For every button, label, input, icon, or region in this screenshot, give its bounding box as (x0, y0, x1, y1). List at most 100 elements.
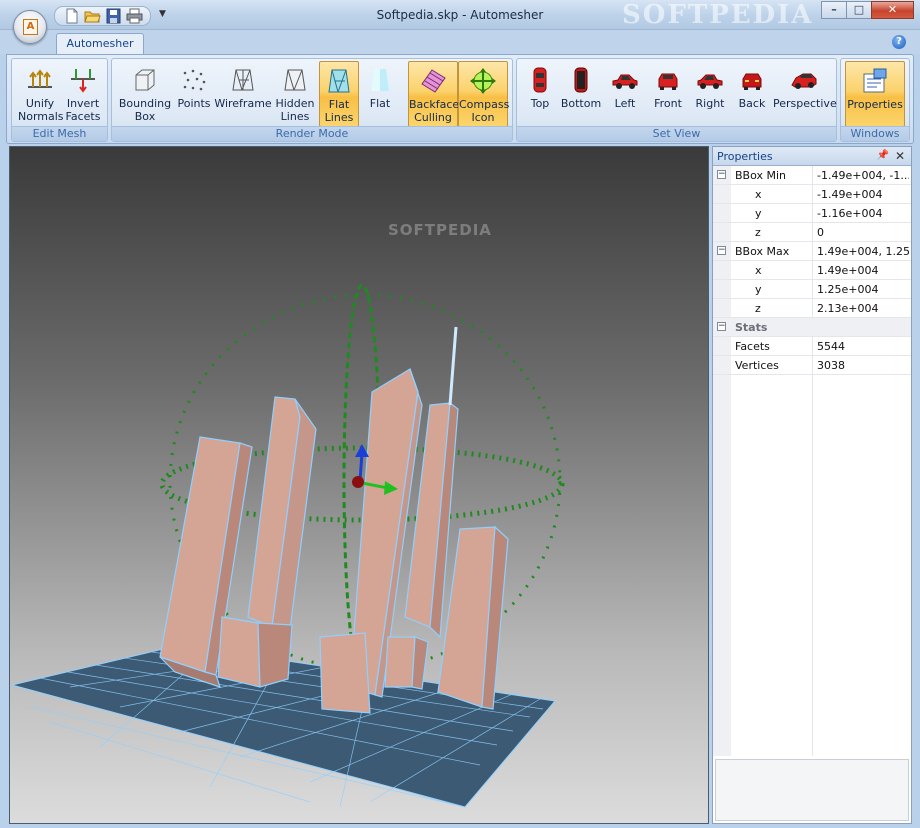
view-bottom-button[interactable]: Bottom (559, 61, 603, 127)
maximize-button[interactable]: □ (846, 1, 872, 19)
property-row-max-y[interactable]: y 1.25e+004 (713, 280, 911, 299)
property-value: 2.13e+004 (817, 302, 879, 315)
title-bar: SOFTPEDIA ▼ Softpedia.skp - Automesher –… (0, 0, 920, 30)
collapse-icon[interactable]: − (717, 322, 726, 331)
property-row-max-z[interactable]: z 2.13e+004 (713, 299, 911, 318)
property-row-min-y[interactable]: y -1.16e+004 (713, 204, 911, 223)
property-value: 5544 (817, 340, 845, 353)
properties-icon (860, 66, 890, 96)
view-perspective-button[interactable]: Perspective (773, 61, 837, 127)
flat-lines-icon (324, 66, 354, 96)
property-row-facets[interactable]: Facets 5544 (713, 337, 911, 356)
tab-automesher[interactable]: Automesher (56, 33, 144, 55)
property-key: x (755, 188, 762, 201)
compass-icon-button[interactable]: Compass Icon (458, 61, 510, 127)
property-grid: − BBox Min -1.49e+004, -1... x -1.49e+00… (713, 166, 911, 756)
close-icon: ✕ (887, 3, 898, 16)
minimize-button[interactable]: – (821, 1, 847, 19)
property-value: 1.49e+004 (817, 264, 879, 277)
property-row-vertices[interactable]: Vertices 3038 (713, 356, 911, 375)
property-category-stats[interactable]: − Stats (713, 318, 911, 337)
application-menu-button[interactable]: A (13, 10, 47, 44)
property-value: -1.49e+004 (817, 188, 883, 201)
panel-close-icon[interactable]: ✕ (895, 149, 905, 163)
car-bottom-icon (566, 65, 596, 95)
ribbon: Unify Normals Invert Facets Edit Mesh Bo… (6, 54, 914, 144)
wireframe-icon (228, 65, 258, 95)
property-row-max-x[interactable]: x 1.49e+004 (713, 261, 911, 280)
property-value: 1.49e+004, 1.25... (817, 245, 909, 258)
top-label: Top (530, 97, 550, 110)
building-mesh (159, 326, 509, 714)
hidden-label-1: Hidden (275, 97, 315, 110)
property-row-bbox-min[interactable]: − BBox Min -1.49e+004, -1... (713, 166, 911, 185)
view-back-button[interactable]: Back (733, 61, 771, 127)
wireframe-button[interactable]: Wireframe (214, 61, 272, 127)
properties-window-button[interactable]: Properties (845, 61, 905, 127)
unify-normals-button[interactable]: Unify Normals (18, 61, 64, 127)
car-left-icon (610, 65, 640, 95)
car-right-icon (695, 65, 725, 95)
property-key: x (755, 264, 762, 277)
group-set-view: Top Bottom Left Front Right Back Perspec… (516, 58, 837, 142)
bottom-label: Bottom (560, 97, 602, 110)
property-key: z (755, 226, 761, 239)
3d-viewport[interactable]: SOFTPEDIA (9, 146, 709, 824)
property-row-min-z[interactable]: z 0 (713, 223, 911, 242)
right-label: Right (695, 97, 725, 110)
unify-label-2: Normals (18, 110, 64, 123)
view-top-button[interactable]: Top (523, 61, 557, 127)
flatlines-label-1: Flat (328, 98, 350, 111)
unify-normals-icon (25, 65, 55, 95)
close-button[interactable]: ✕ (871, 1, 914, 19)
bbox-label-2: Box (134, 110, 156, 123)
edit-mesh-group-label: Edit Mesh (12, 126, 107, 141)
property-row-min-x[interactable]: x -1.49e+004 (713, 185, 911, 204)
perspective-label: Perspective (773, 97, 837, 110)
property-row-bbox-max[interactable]: − BBox Max 1.49e+004, 1.25... (713, 242, 911, 261)
view-right-button[interactable]: Right (689, 61, 731, 127)
property-description-area (715, 759, 909, 821)
flat-label: Flat (369, 97, 391, 110)
collapse-icon[interactable]: − (717, 170, 726, 179)
scene-canvas[interactable] (10, 147, 709, 824)
hidden-label-2: Lines (280, 110, 310, 123)
car-front-icon (653, 65, 683, 95)
wireframe-label: Wireframe (214, 97, 272, 110)
backface-culling-icon (418, 66, 448, 96)
points-label: Points (177, 97, 211, 110)
bounding-box-icon (130, 65, 160, 95)
set-view-group-label: Set View (517, 126, 836, 141)
property-key: z (755, 302, 761, 315)
compass-label-1: Compass (459, 98, 510, 111)
maximize-icon: □ (853, 3, 865, 16)
view-front-button[interactable]: Front (647, 61, 689, 127)
help-icon[interactable]: ? (892, 35, 906, 49)
collapse-icon[interactable]: − (717, 246, 726, 255)
bounding-box-button[interactable]: Bounding Box (116, 61, 174, 127)
invert-facets-button[interactable]: Invert Facets (62, 61, 104, 127)
property-key: y (755, 283, 762, 296)
view-left-button[interactable]: Left (605, 61, 645, 127)
property-value: -1.16e+004 (817, 207, 883, 220)
car-back-icon (737, 65, 767, 95)
property-value: -1.49e+004, -1... (817, 169, 909, 182)
backface-culling-button[interactable]: Backface Culling (408, 61, 460, 127)
property-value: 0 (817, 226, 824, 239)
properties-header: Properties 📌 ✕ (713, 147, 911, 166)
group-render-mode: Bounding Box Points Wireframe Hidden Lin… (111, 58, 513, 142)
flat-button[interactable]: Flat (360, 61, 400, 127)
properties-title: Properties (717, 150, 773, 163)
backface-label-1: Backface (409, 98, 460, 111)
property-key: BBox Max (735, 245, 790, 258)
property-value: 1.25e+004 (817, 283, 879, 296)
hidden-lines-icon (280, 65, 310, 95)
points-button[interactable]: Points (174, 61, 214, 127)
pin-icon[interactable]: 📌 (877, 150, 889, 161)
points-icon (179, 65, 209, 95)
property-key: BBox Min (735, 169, 787, 182)
properties-label: Properties (847, 98, 903, 111)
flat-lines-button[interactable]: Flat Lines (319, 61, 359, 127)
hidden-lines-button[interactable]: Hidden Lines (272, 61, 318, 127)
invert-label-2: Facets (65, 110, 101, 123)
